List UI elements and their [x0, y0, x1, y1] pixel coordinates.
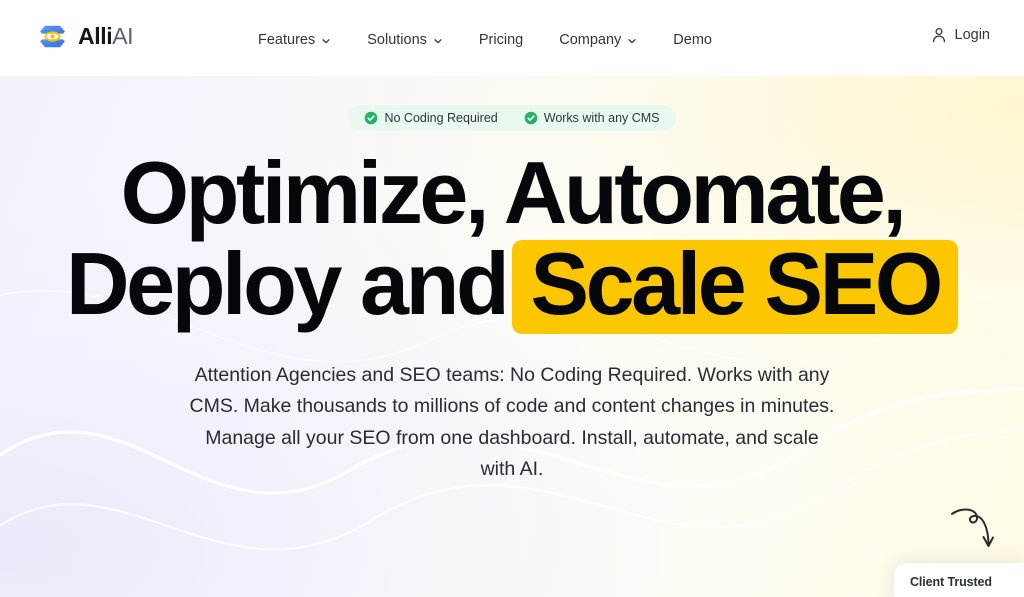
- nav-item-solutions[interactable]: Solutions: [367, 28, 443, 52]
- brand-name-bold: Alli: [78, 23, 113, 49]
- landing-page: AlliAI Features Solutions Pricing Compan…: [0, 0, 1024, 597]
- client-trusted-title: Client Trusted: [910, 575, 992, 589]
- curved-arrow-down-icon: [951, 508, 994, 547]
- nav-item-pricing[interactable]: Pricing: [479, 28, 523, 52]
- main-navigation: Features Solutions Pricing Company Demo: [258, 28, 712, 52]
- chevron-down-icon: [434, 39, 442, 44]
- badge-no-coding-required-label: No Coding Required: [384, 111, 498, 125]
- chevron-down-icon: [628, 39, 636, 44]
- hero-section: No Coding Required Works with any CMS Op…: [0, 76, 1024, 486]
- badge-no-coding-required: No Coding Required: [364, 111, 498, 125]
- check-circle-icon: [524, 111, 538, 125]
- allai-diamond-logo-icon: [39, 25, 66, 48]
- login-button[interactable]: Login: [932, 27, 990, 43]
- client-trusted-card: Client Trusted: [894, 563, 1024, 597]
- nav-item-company[interactable]: Company: [559, 28, 637, 52]
- feature-badge-group: No Coding Required Works with any CMS: [348, 105, 676, 131]
- badge-works-with-any-cms-label: Works with any CMS: [543, 111, 660, 125]
- person-icon: [932, 27, 945, 43]
- headline-line-1: Optimize, Automate,: [120, 143, 907, 242]
- hero-subheadline: Attention Agencies and SEO teams: No Cod…: [189, 363, 835, 481]
- brand-name-light: AI: [112, 23, 134, 49]
- page-title: Optimize, Automate, Deploy and Scale SEO: [0, 143, 1024, 334]
- headline-highlight: Scale SEO: [512, 239, 958, 334]
- headline-line-2-plain: Deploy and: [66, 233, 510, 333]
- badge-works-with-any-cms: Works with any CMS: [524, 111, 660, 125]
- chevron-down-icon: [322, 39, 330, 44]
- nav-item-pricing-label: Pricing: [478, 32, 524, 48]
- check-circle-icon: [365, 111, 378, 125]
- site-header: AlliAI Features Solutions Pricing Compan…: [0, 0, 1024, 76]
- nav-item-features[interactable]: Features: [258, 28, 331, 52]
- headline-line-2: Deploy and Scale SEO: [14, 238, 1010, 334]
- nav-item-demo[interactable]: Demo: [673, 28, 712, 52]
- nav-item-company-label: Company: [559, 32, 622, 48]
- nav-item-demo-label: Demo: [673, 32, 712, 48]
- nav-item-features-label: Features: [258, 32, 316, 48]
- brand-logo-link[interactable]: AlliAI: [36, 20, 134, 53]
- nav-item-solutions-label: Solutions: [367, 32, 427, 48]
- brand-name: AlliAI: [78, 23, 134, 49]
- login-label: Login: [954, 27, 990, 43]
